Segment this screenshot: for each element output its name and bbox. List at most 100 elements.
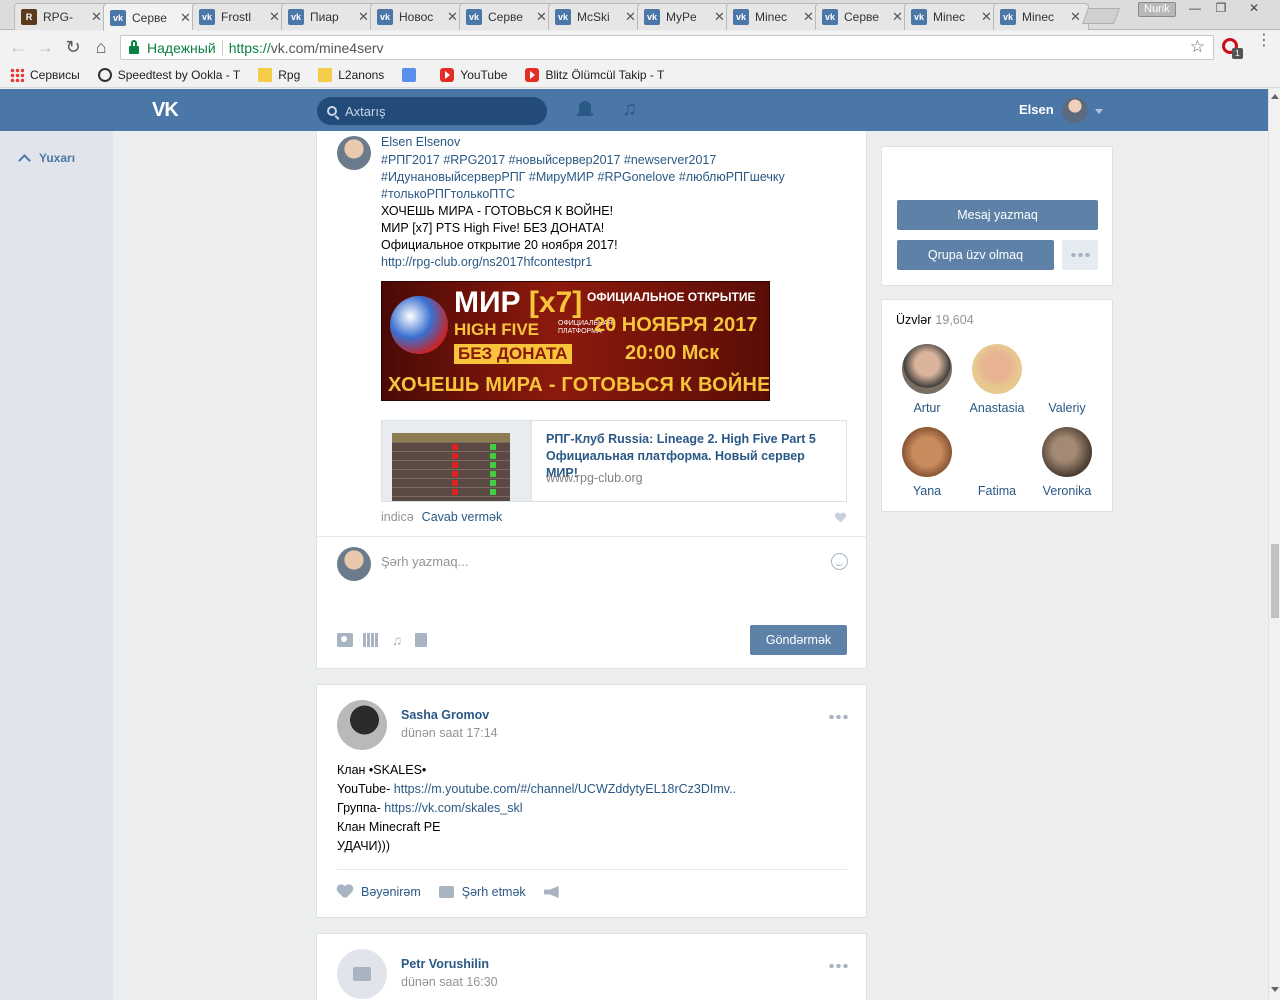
browser-tab[interactable]: vk Minec ✕ xyxy=(726,3,822,30)
user-name[interactable]: Elsen xyxy=(1019,102,1054,117)
music-note-icon[interactable]: ♫ xyxy=(389,633,405,647)
minimize-icon[interactable]: — xyxy=(1184,2,1206,16)
emoji-smile-icon[interactable] xyxy=(831,553,848,570)
member-item[interactable]: Anastasia xyxy=(962,344,1032,415)
scroll-down-arrow-icon[interactable] xyxy=(1271,987,1279,992)
bookmark-item[interactable]: Speedtest by Ookla - T xyxy=(97,68,240,82)
comment-author[interactable]: Elsen Elsenov xyxy=(381,135,460,149)
close-icon[interactable]: ✕ xyxy=(1070,9,1082,25)
share-button[interactable] xyxy=(543,886,559,898)
bookmark-item[interactable]: Сервисы xyxy=(10,68,80,82)
reply-link[interactable]: Cavab vermək xyxy=(422,510,503,524)
like-heart-icon[interactable] xyxy=(835,513,846,523)
vk-logo[interactable]: VK xyxy=(152,99,186,121)
browser-tab[interactable]: vk MyPe ✕ xyxy=(637,3,733,30)
more-options-icon[interactable] xyxy=(828,964,848,968)
security-indicator[interactable]: Надежный xyxy=(129,39,216,56)
kebab-menu-icon[interactable]: ⋮ xyxy=(1256,33,1272,49)
external-link[interactable]: http://rpg-club.org/ns2017hfcontestpr1 xyxy=(381,254,851,271)
close-icon[interactable]: ✕ xyxy=(536,9,548,25)
scroll-to-top-rail[interactable]: Yuxarı xyxy=(0,131,113,1000)
youtube-link[interactable]: https://m.youtube.com/#/channel/UCWZddyt… xyxy=(394,782,736,796)
browser-tab-active[interactable]: vk Серве ✕ xyxy=(103,3,199,31)
members-header[interactable]: Üzvlər 19,604 xyxy=(896,313,974,327)
close-icon[interactable]: ✕ xyxy=(180,10,192,26)
hashtag-line[interactable]: #толькоРПГтолькоПТС xyxy=(381,186,851,203)
close-icon[interactable]: ✕ xyxy=(358,9,370,25)
home-icon[interactable]: ⌂ xyxy=(90,37,112,59)
post-author[interactable]: Sasha Gromov xyxy=(401,708,489,722)
bookmark-item[interactable] xyxy=(402,68,422,82)
back-arrow-icon[interactable]: ← xyxy=(7,37,29,59)
new-tab-button[interactable] xyxy=(1082,8,1120,24)
comment-time[interactable]: indicə xyxy=(381,510,414,524)
bookmark-item[interactable]: YouTube xyxy=(440,68,507,82)
member-item[interactable]: Fatima xyxy=(962,427,1032,498)
browser-tab[interactable]: vk Minec ✕ xyxy=(993,3,1089,30)
window-close-icon[interactable]: ✕ xyxy=(1243,2,1265,16)
member-item[interactable]: Yana xyxy=(892,427,962,498)
close-icon[interactable]: ✕ xyxy=(91,9,103,25)
music-note-icon[interactable]: ♫ xyxy=(622,98,637,121)
close-icon[interactable]: ✕ xyxy=(625,9,637,25)
scroll-up-arrow-icon[interactable] xyxy=(1271,94,1279,99)
scroll-to-top-link[interactable]: Yuxarı xyxy=(18,151,75,167)
join-group-button[interactable]: Qrupa üzv olmaq xyxy=(897,240,1054,270)
scrollbar-thumb[interactable] xyxy=(1271,544,1279,618)
search-input[interactable]: Axtarış xyxy=(317,97,547,125)
hashtag-line[interactable]: #РПГ2017 #RPG2017 #новыйсервер2017 #news… xyxy=(381,152,851,169)
member-item[interactable]: Valeriy xyxy=(1032,344,1102,415)
send-message-button[interactable]: Mesaj yazmaq xyxy=(897,200,1098,230)
bookmark-folder[interactable]: L2anons xyxy=(318,68,384,82)
address-bar[interactable]: Надежный https://vk.com/mine4serv ☆ xyxy=(120,35,1214,60)
video-icon[interactable] xyxy=(363,633,379,647)
post-date[interactable]: dünən saat 16:30 xyxy=(401,975,498,989)
close-icon[interactable]: ✕ xyxy=(892,9,904,25)
vk-favicon-icon: vk xyxy=(466,9,482,25)
avatar[interactable] xyxy=(337,136,371,170)
bookmark-star-icon[interactable]: ☆ xyxy=(1190,37,1205,57)
close-icon[interactable]: ✕ xyxy=(269,9,281,25)
close-icon[interactable]: ✕ xyxy=(447,9,459,25)
post-date[interactable]: dünən saat 17:14 xyxy=(401,726,498,740)
browser-tab[interactable]: R RPG- ✕ xyxy=(14,3,110,30)
more-actions-button[interactable] xyxy=(1062,240,1098,270)
profile-badge[interactable]: Nurik xyxy=(1138,2,1176,17)
comment-input[interactable]: Şərh yazmaq... xyxy=(381,554,468,569)
browser-tab[interactable]: vk Новос ✕ xyxy=(370,3,466,30)
group-link[interactable]: https://vk.com/skales_skl xyxy=(384,801,522,815)
close-icon[interactable]: ✕ xyxy=(981,9,993,25)
restore-icon[interactable]: ❐ xyxy=(1210,2,1232,16)
bookmark-item[interactable]: Blitz Ölümcül Takip - T xyxy=(525,68,664,82)
chevron-down-icon[interactable] xyxy=(1095,109,1103,114)
more-options-icon[interactable] xyxy=(828,715,848,719)
reload-icon[interactable]: ↻ xyxy=(62,37,84,59)
close-icon[interactable]: ✕ xyxy=(714,9,726,25)
send-button[interactable]: Göndərmək xyxy=(750,625,847,655)
banner-date: 20 НОЯБРЯ 2017 xyxy=(594,314,758,336)
hashtag-line[interactable]: #ИдунановыйсерверРПГ #МируМИР #RPGonelov… xyxy=(381,169,851,186)
browser-tab[interactable]: vk Frostl ✕ xyxy=(192,3,288,30)
document-icon[interactable] xyxy=(415,633,427,647)
like-button[interactable]: Bəyənirəm xyxy=(337,885,421,899)
post-author[interactable]: Petr Vorushilin xyxy=(401,957,489,971)
notifications-bell-icon[interactable] xyxy=(577,101,593,119)
browser-tab[interactable]: vk Серве ✕ xyxy=(815,3,911,30)
camera-icon[interactable] xyxy=(337,633,353,647)
close-icon[interactable]: ✕ xyxy=(803,9,815,25)
link-preview[interactable]: РПГ-Клуб Russia: Lineage 2. High Five Pa… xyxy=(381,420,847,502)
comment-button[interactable]: Şərh etmək xyxy=(438,885,526,899)
promo-banner-image[interactable]: МИР [x7] HIGH FIVE ОФИЦИАЛЬНАЯ ПЛАТФОРМА… xyxy=(381,281,770,401)
browser-tab[interactable]: vk Серве ✕ xyxy=(459,3,555,30)
browser-tab[interactable]: vk McSki ✕ xyxy=(548,3,644,30)
member-item[interactable]: Artur xyxy=(892,344,962,415)
avatar[interactable] xyxy=(337,949,387,999)
forward-arrow-icon[interactable]: → xyxy=(34,37,56,59)
browser-tab[interactable]: vk Minec ✕ xyxy=(904,3,1000,30)
browser-tab[interactable]: vk Пиар ✕ xyxy=(281,3,377,30)
page-scrollbar[interactable] xyxy=(1268,89,1280,1000)
member-item[interactable]: Veronika xyxy=(1032,427,1102,498)
bookmark-folder[interactable]: Rpg xyxy=(258,68,300,82)
avatar[interactable] xyxy=(337,700,387,750)
avatar[interactable] xyxy=(1062,97,1088,123)
